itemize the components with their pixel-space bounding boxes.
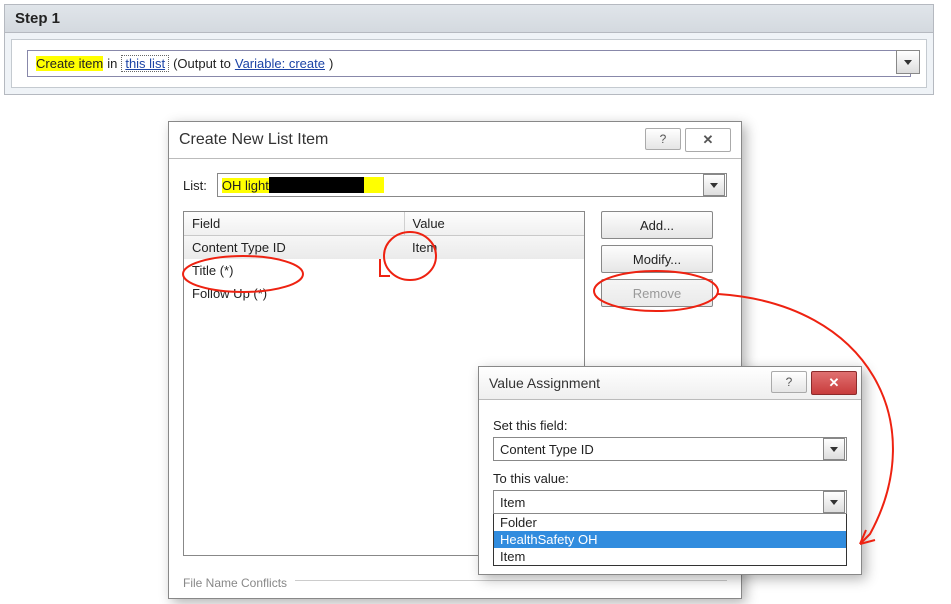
field-value: Content Type ID [500, 442, 594, 457]
option-item[interactable]: HealthSafety OH [494, 531, 846, 548]
action-text-end: ) [329, 56, 333, 71]
value-cell [404, 259, 584, 282]
label-set-field: Set this field: [493, 418, 847, 433]
value-cell: Item [404, 236, 584, 260]
action-dropdown[interactable] [896, 50, 920, 74]
label-to-value: To this value: [493, 471, 847, 486]
dialog-titlebar[interactable]: Value Assignment ? ✕ [479, 367, 861, 400]
option-item[interactable]: Item [494, 548, 846, 565]
step-panel: Step 1 Create item in this list (Output … [4, 4, 934, 95]
chevron-down-icon [830, 500, 838, 505]
remove-button: Remove [601, 279, 713, 307]
modify-button[interactable]: Modify... [601, 245, 713, 273]
workflow-action-row[interactable]: Create item in this list (Output to Vari… [27, 50, 911, 77]
col-value[interactable]: Value [404, 212, 584, 236]
table-row[interactable]: Content Type IDItem [184, 236, 584, 260]
action-create-item: Create item [36, 56, 103, 71]
option-item[interactable]: Folder [494, 514, 846, 531]
action-text: in [107, 56, 117, 71]
link-variable[interactable]: Variable: create [235, 56, 325, 71]
help-button[interactable]: ? [645, 128, 681, 150]
value-dropdown-arrow[interactable] [823, 491, 845, 513]
list-label: List: [183, 178, 207, 193]
field-cell: Content Type ID [184, 236, 404, 260]
redacted-bar [269, 177, 364, 193]
list-dropdown-arrow[interactable] [703, 174, 725, 196]
chevron-down-icon [830, 447, 838, 452]
chevron-down-icon [904, 60, 912, 65]
field-cell: Title (*) [184, 259, 404, 282]
file-conflict-label: File Name Conflicts [183, 576, 287, 590]
step-title: Step 1 [5, 5, 933, 33]
dialog-title: Create New List Item [179, 131, 328, 149]
dialog-titlebar: Create New List Item ? ✕ [169, 122, 741, 159]
highlight-bar [364, 177, 384, 193]
chevron-down-icon [710, 183, 718, 188]
dialog-value-assignment: Value Assignment ? ✕ Set this field: Con… [478, 366, 862, 575]
help-button[interactable]: ? [771, 371, 807, 393]
field-cell: Follow Up (*) [184, 282, 404, 305]
list-value: OH light [222, 178, 269, 193]
close-button[interactable]: ✕ [811, 371, 857, 395]
field-dropdown-arrow[interactable] [823, 438, 845, 460]
add-button[interactable]: Add... [601, 211, 713, 239]
value-cell [404, 282, 584, 305]
value-dropdown[interactable]: Item [493, 490, 847, 514]
col-field[interactable]: Field [184, 212, 404, 236]
list-dropdown[interactable]: OH light [217, 173, 727, 197]
field-dropdown[interactable]: Content Type ID [493, 437, 847, 461]
dialog-title: Value Assignment [489, 375, 600, 391]
step-body: Create item in this list (Output to Vari… [11, 39, 927, 88]
table-row[interactable]: Follow Up (*) [184, 282, 584, 305]
close-icon: ✕ [703, 132, 714, 148]
table-row[interactable]: Title (*) [184, 259, 584, 282]
action-text-after: (Output to [173, 56, 231, 71]
close-button[interactable]: ✕ [685, 128, 731, 152]
link-this-list[interactable]: this list [121, 55, 169, 72]
value-selected: Item [500, 495, 525, 510]
close-icon: ✕ [829, 375, 840, 391]
value-options-list: FolderHealthSafety OHItem [493, 513, 847, 566]
